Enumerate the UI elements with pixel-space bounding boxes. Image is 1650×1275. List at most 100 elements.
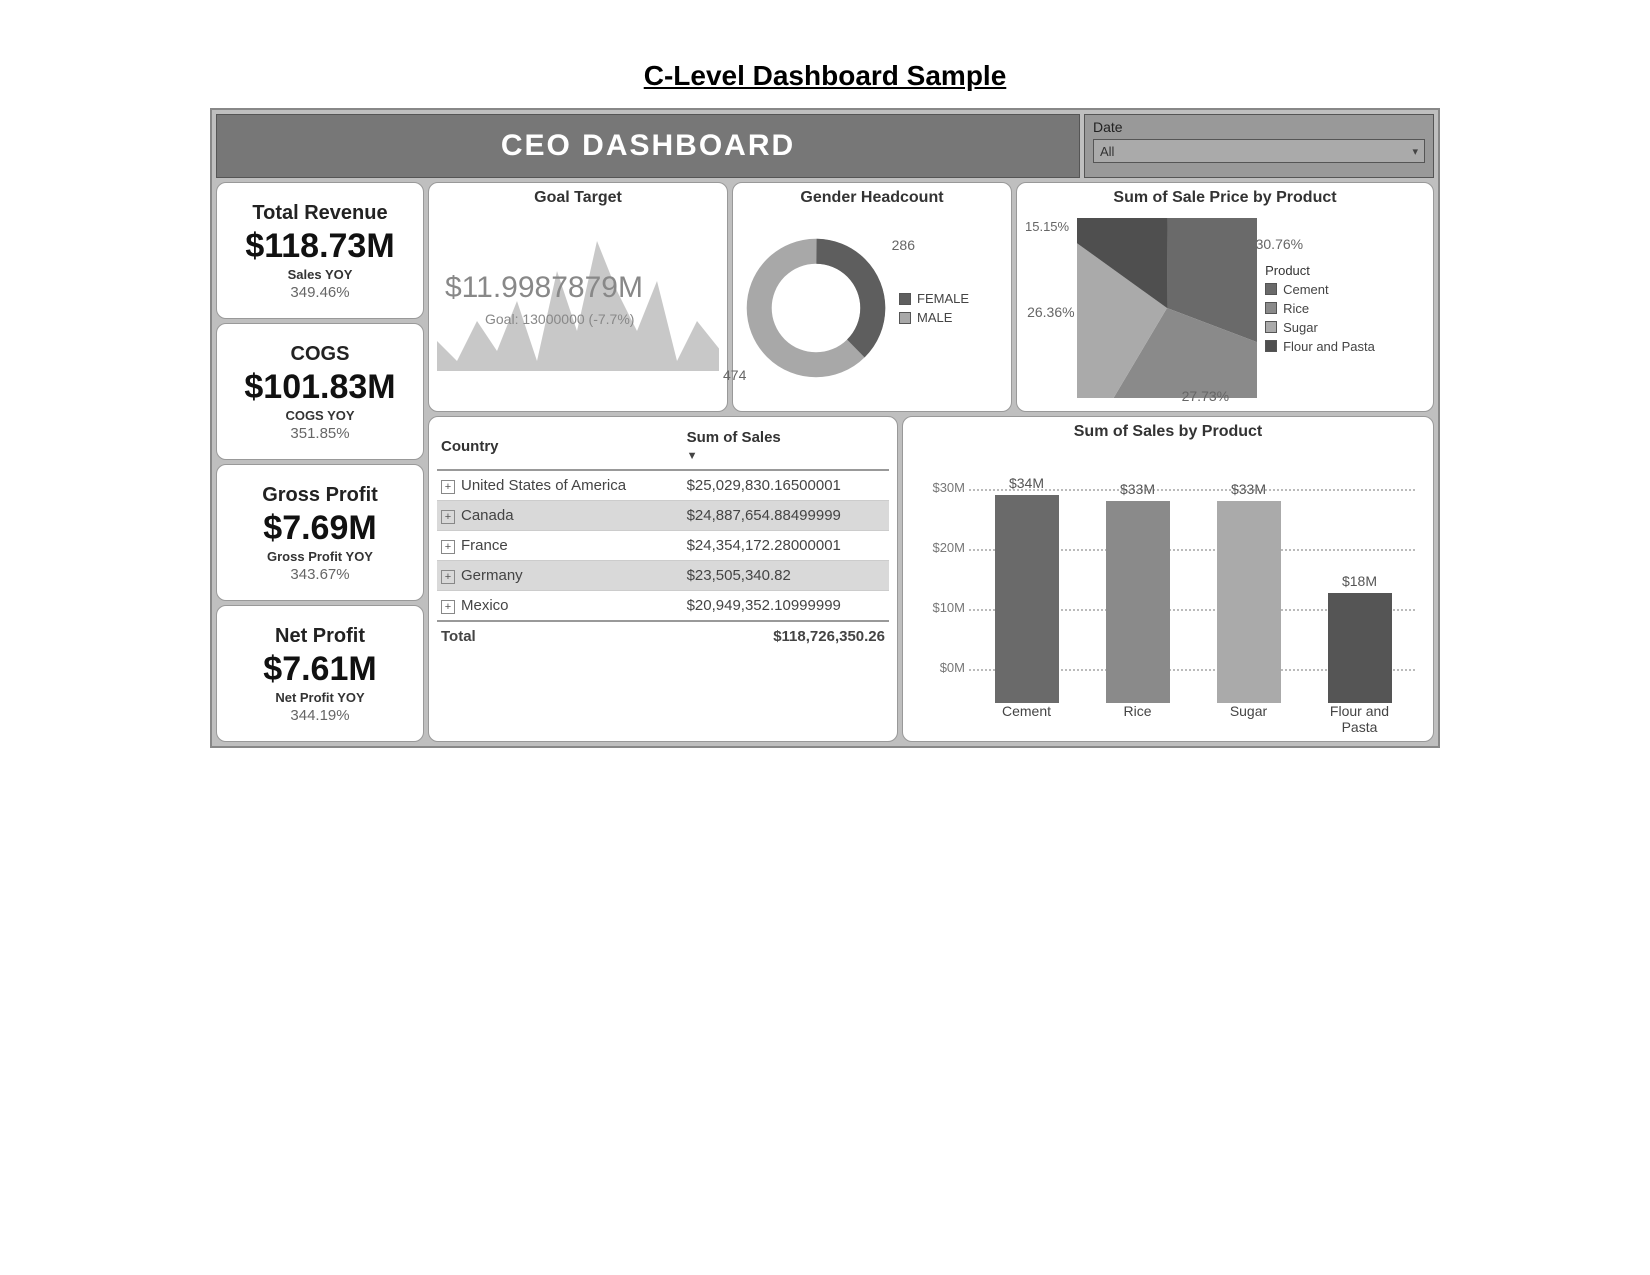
- bar-wrap: $34M: [987, 475, 1067, 703]
- bar[interactable]: [1328, 593, 1392, 703]
- pie-label-3: 27.73%: [1182, 388, 1229, 404]
- dashboard-body: Total Revenue $118.73M Sales YOY 349.46%…: [216, 182, 1434, 742]
- kpi-pct: 351.85%: [221, 425, 419, 442]
- donut-male-label: 474: [723, 367, 746, 383]
- y-tick: $10M: [911, 600, 965, 615]
- country-sales-table: Country Sum of Sales ▼ +United States of …: [437, 423, 889, 651]
- legend-text: FEMALE: [917, 291, 969, 306]
- table-row[interactable]: +Canada $24,887,654.88499999: [437, 501, 889, 531]
- bar[interactable]: [1106, 501, 1170, 703]
- chevron-down-icon: ▾: [1412, 145, 1418, 158]
- pie-label-1: 15.15%: [1025, 219, 1069, 234]
- kpi-total-revenue[interactable]: Total Revenue $118.73M Sales YOY 349.46%: [216, 182, 424, 319]
- panel-title: Gender Headcount: [741, 189, 1003, 207]
- cell-text: $24,887,654.88499999: [683, 501, 889, 531]
- bars: $34M $33M $33M $18M: [971, 461, 1415, 703]
- x-label: Rice: [1098, 703, 1178, 735]
- legend-text: Rice: [1283, 301, 1309, 316]
- table-total-row: Total $118,726,350.26: [437, 621, 889, 651]
- bar-value-label: $33M: [1120, 481, 1155, 497]
- th-text: Sum of Sales: [687, 429, 781, 446]
- bar-wrap: $18M: [1320, 573, 1400, 703]
- expand-icon[interactable]: +: [441, 570, 455, 584]
- swatch-icon: [899, 293, 911, 305]
- cell-text: Germany: [461, 567, 523, 584]
- country-sales-table-panel[interactable]: Country Sum of Sales ▼ +United States of …: [428, 416, 898, 742]
- donut-icon: [741, 233, 891, 383]
- table-row[interactable]: +Mexico $20,949,352.10999999: [437, 591, 889, 622]
- date-filter: Date All ▾: [1084, 114, 1434, 178]
- swatch-icon: [1265, 321, 1277, 333]
- kpi-pct: 343.67%: [221, 566, 419, 583]
- swatch-icon: [1265, 340, 1277, 352]
- kpi-sub: Sales YOY: [221, 267, 419, 282]
- kpi-title: COGS: [221, 343, 419, 366]
- legend-item: Sugar: [1265, 320, 1375, 335]
- legend-text: Cement: [1283, 282, 1329, 297]
- kpi-value: $101.83M: [221, 370, 419, 406]
- date-filter-select[interactable]: All ▾: [1093, 139, 1425, 163]
- kpi-net-profit[interactable]: Net Profit $7.61M Net Profit YOY 344.19%: [216, 605, 424, 742]
- legend-text: Flour and Pasta: [1283, 339, 1375, 354]
- sale-price-pie-panel[interactable]: Sum of Sale Price by Product 15.15% 30.7…: [1016, 182, 1434, 412]
- kpi-title: Total Revenue: [221, 202, 419, 225]
- kpi-title: Gross Profit: [221, 484, 419, 507]
- kpi-sub: Gross Profit YOY: [221, 549, 419, 564]
- date-filter-value: All: [1100, 144, 1114, 159]
- y-tick: $0M: [911, 660, 965, 675]
- th-text: Country: [441, 438, 499, 455]
- donut-female-label: 286: [892, 237, 915, 253]
- kpi-gross-profit[interactable]: Gross Profit $7.69M Gross Profit YOY 343…: [216, 464, 424, 601]
- table-row[interactable]: +France $24,354,172.28000001: [437, 531, 889, 561]
- expand-icon[interactable]: +: [441, 510, 455, 524]
- kpi-pct: 344.19%: [221, 707, 419, 724]
- expand-icon[interactable]: +: [441, 600, 455, 614]
- y-tick: $20M: [911, 540, 965, 555]
- panel-title: Sum of Sale Price by Product: [1025, 189, 1425, 207]
- cell-text: Mexico: [461, 597, 509, 614]
- kpi-sub: COGS YOY: [221, 408, 419, 423]
- pie-icon: [1077, 218, 1257, 398]
- expand-icon[interactable]: +: [441, 540, 455, 554]
- dashboard-title: CEO DASHBOARD: [216, 114, 1080, 178]
- pie-wrap: 15.15% 30.76% 27.73% 26.36%: [1025, 211, 1425, 405]
- cell-text: France: [461, 537, 508, 554]
- goal-target-panel[interactable]: Goal Target $11.9987879M Goal: 13000000 …: [428, 182, 728, 412]
- legend-item: Cement: [1265, 282, 1375, 297]
- legend-text: Sugar: [1283, 320, 1318, 335]
- bar[interactable]: [1217, 501, 1281, 703]
- gender-headcount-panel[interactable]: Gender Headcount 286 474 FEMALE: [732, 182, 1012, 412]
- pie-chart: 30.76% 27.73% 26.36%: [1077, 218, 1257, 398]
- donut-wrap: 286 474 FEMALE MALE: [741, 211, 1003, 405]
- bar-value-label: $18M: [1342, 573, 1377, 589]
- table-row[interactable]: +Germany $23,505,340.82: [437, 561, 889, 591]
- expand-icon[interactable]: +: [441, 480, 455, 494]
- kpi-sub: Net Profit YOY: [221, 690, 419, 705]
- header-row: CEO DASHBOARD Date All ▾: [216, 114, 1434, 178]
- sales-by-product-bar-panel[interactable]: Sum of Sales by Product $30M $20M $10M $…: [902, 416, 1434, 742]
- kpi-cogs[interactable]: COGS $101.83M COGS YOY 351.85%: [216, 323, 424, 460]
- kpi-pct: 349.46%: [221, 284, 419, 301]
- donut-chart: 286 474: [741, 233, 891, 383]
- cell-text: Total: [437, 621, 683, 651]
- table-header-country[interactable]: Country: [437, 423, 683, 470]
- bar[interactable]: [995, 495, 1059, 703]
- table-row[interactable]: +United States of America $25,029,830.16…: [437, 470, 889, 501]
- pie-label-2: 30.76%: [1256, 236, 1303, 252]
- dashboard: CEO DASHBOARD Date All ▾ Total Revenue $…: [210, 108, 1440, 748]
- legend-item: FEMALE: [899, 291, 969, 306]
- swatch-icon: [1265, 302, 1277, 314]
- x-label: Flour and Pasta: [1320, 703, 1400, 735]
- legend-item: Flour and Pasta: [1265, 339, 1375, 354]
- table-header-sales[interactable]: Sum of Sales ▼: [683, 423, 889, 470]
- bar-value-label: $33M: [1231, 481, 1266, 497]
- kpi-value: $7.61M: [221, 652, 419, 688]
- x-labels: CementRiceSugarFlour and Pasta: [971, 703, 1415, 735]
- sort-desc-icon: ▼: [687, 450, 698, 462]
- right-area: Goal Target $11.9987879M Goal: 13000000 …: [428, 182, 1434, 742]
- bar-chart: $30M $20M $10M $0M $34M$33M$33M$18M Ceme…: [911, 445, 1425, 735]
- gender-legend: FEMALE MALE: [899, 291, 969, 325]
- legend-item: Rice: [1265, 301, 1375, 316]
- goal-value: $11.9987879M: [445, 271, 643, 305]
- bar-wrap: $33M: [1098, 481, 1178, 703]
